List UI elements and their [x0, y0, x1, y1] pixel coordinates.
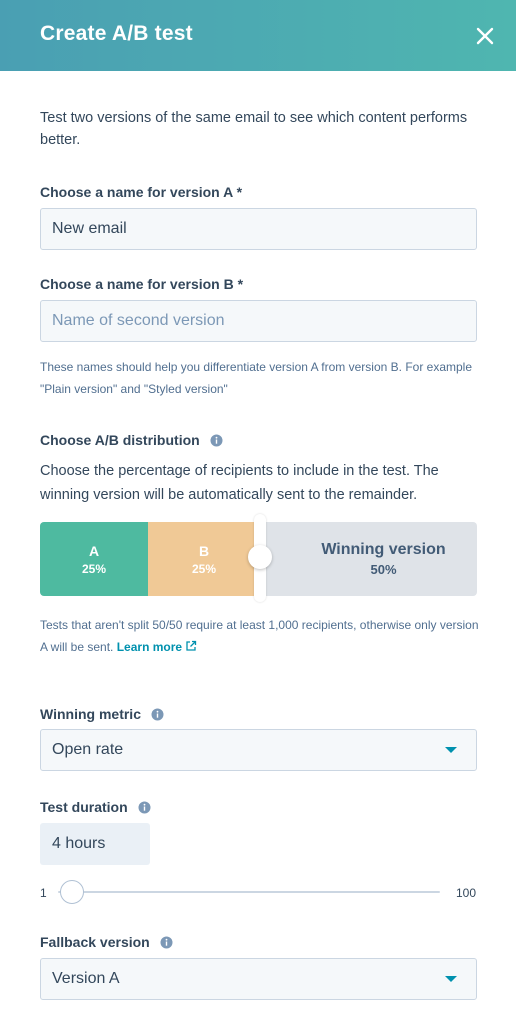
close-button[interactable] — [471, 22, 499, 50]
info-icon[interactable] — [210, 434, 223, 447]
chevron-down-icon — [445, 747, 457, 753]
test-duration-value[interactable]: 4 hours — [40, 823, 150, 865]
info-icon[interactable] — [138, 801, 151, 814]
version-a-input[interactable] — [40, 208, 477, 250]
segment-winning-label: Winning version — [321, 541, 446, 558]
dialog-header: Create A/B test — [0, 0, 516, 71]
segment-b: B 25% — [148, 522, 260, 596]
version-a-label: Choose a name for version A * — [40, 184, 243, 200]
winning-metric-value: Open rate — [52, 741, 124, 758]
distribution-help-text: Tests that aren't split 50/50 require at… — [40, 618, 479, 654]
version-b-input[interactable] — [40, 300, 477, 342]
segment-b-percent: 25% — [191, 561, 217, 576]
segment-winning-percent: 50% — [370, 562, 397, 577]
fallback-version-value: Version A — [52, 970, 120, 987]
info-icon[interactable] — [151, 708, 164, 721]
winning-metric-label: Winning metric — [40, 706, 164, 722]
duration-max-label: 100 — [456, 886, 477, 900]
intro-text: Test two versions of the same email to s… — [40, 110, 468, 148]
fallback-version-select[interactable]: Version A — [40, 958, 477, 1000]
segment-a: A 25% — [40, 522, 148, 596]
segment-a-label: A — [88, 542, 100, 559]
external-link-icon — [186, 640, 197, 651]
segment-b-label: B — [198, 542, 210, 559]
split-handle[interactable] — [248, 545, 272, 569]
segment-a-percent: 25% — [81, 561, 107, 576]
winning-metric-select[interactable]: Open rate — [40, 729, 477, 771]
dialog-title: Create A/B test — [40, 22, 193, 45]
version-b-label: Choose a name for version B * — [40, 276, 244, 292]
learn-more-link[interactable]: Learn more — [117, 640, 197, 654]
names-help-text: These names should help you differentiat… — [40, 360, 473, 396]
segment-winning: Winning version 50% — [260, 522, 477, 596]
fallback-version-label: Fallback version — [40, 934, 173, 950]
test-duration-label: Test duration — [40, 799, 151, 815]
duration-slider-track[interactable] — [58, 891, 440, 893]
chevron-down-icon — [445, 976, 457, 982]
distribution-label: Choose A/B distribution — [40, 432, 223, 448]
info-icon[interactable] — [160, 936, 173, 949]
duration-slider-thumb[interactable] — [60, 880, 84, 904]
duration-min-label: 1 — [40, 886, 47, 900]
close-icon — [476, 27, 494, 45]
distribution-help: Tests that aren't split 50/50 require at… — [40, 614, 480, 658]
distribution-description: Choose the percentage of recipients to i… — [40, 463, 439, 503]
